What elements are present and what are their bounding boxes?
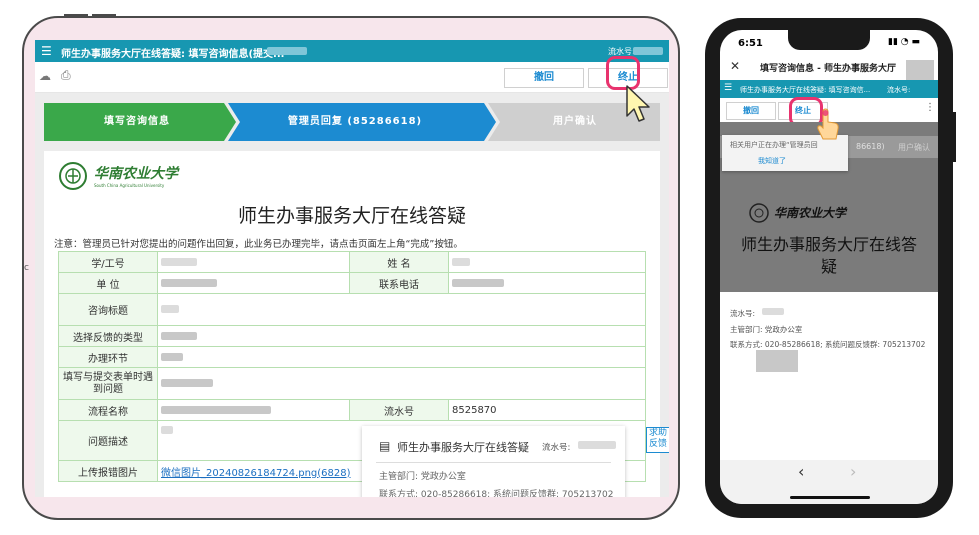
table-row: 咨询标题 xyxy=(58,293,646,326)
signal-icon: ▮▮ ◔ ▬ xyxy=(888,37,920,47)
tablet-button xyxy=(92,14,116,16)
nav-forward-icon[interactable]: › xyxy=(850,462,856,481)
cloud-icon[interactable]: ☁ xyxy=(39,69,51,83)
phone-notch xyxy=(788,30,870,50)
field-label: 流水号 xyxy=(349,399,449,421)
step-3-text: 用户确认 xyxy=(898,143,930,152)
redacted-text xyxy=(267,47,307,55)
toolbar: ☁ ⎙ 撤回 终止 xyxy=(35,56,669,93)
toast-text: 相关用户正在办理“管理员回 xyxy=(730,141,818,149)
field-label: 上传报错图片 xyxy=(58,460,158,482)
field-value xyxy=(157,399,350,421)
field-label: 学/工号 xyxy=(58,251,158,273)
field-label: 咨询标题 xyxy=(58,293,158,326)
upload-file-link[interactable]: 微信图片_20240826184724.png(6828) xyxy=(161,468,351,479)
field-value xyxy=(157,293,646,326)
tablet-camera: c xyxy=(24,263,29,273)
page-title: 师生办事服务大厅在线答疑 xyxy=(237,205,466,227)
window-title: 师生办事服务大厅在线答疑: 填写咨询信息(提交... xyxy=(61,49,285,60)
table-row: 填写与提交表单时遇到问题 xyxy=(58,367,646,400)
university-name: 华南农业大学 xyxy=(94,166,178,182)
notice-text: 注意：管理员已针对您提出的问题作出回复，此业务已办理完毕，请点击页面左上角“完成… xyxy=(54,239,463,250)
phone-subtitle: 师生办事服务大厅在线答疑: 填写咨询信... xyxy=(740,86,871,94)
field-label: 选择反馈的类型 xyxy=(58,325,158,347)
info-popup: ▤ 师生办事服务大厅在线答疑 流水号: 主管部门: 党政办公室 联系方式: 02… xyxy=(362,426,625,497)
field-value xyxy=(157,272,350,294)
status-time: 6:51 xyxy=(738,38,763,49)
phone-titlebar: ☰ 师生办事服务大厅在线答疑: 填写咨询信... 流水号: xyxy=(720,80,938,98)
phone-serial: 流水号: xyxy=(730,309,756,318)
field-value xyxy=(157,251,350,273)
cursor-pointer-icon xyxy=(626,85,650,122)
field-label: 单 位 xyxy=(58,272,158,294)
university-logo-icon xyxy=(749,203,769,223)
phone-page-title: 师生办事服务大厅在线答疑 xyxy=(740,235,917,276)
table-row: 学/工号 姓 名 xyxy=(58,251,646,273)
hand-pointer-icon xyxy=(817,108,839,140)
step-2-label: 管理员回复 (85286618) xyxy=(287,116,423,127)
redacted-text xyxy=(633,47,663,55)
home-indicator xyxy=(790,496,870,499)
window-titlebar: ☰ 师生办事服务大厅在线答疑: 填写咨询信息(提交... 流水号: xyxy=(35,40,669,62)
step-2-text: 86618) xyxy=(856,142,885,151)
phone-serial-label: 流水号: xyxy=(887,86,911,94)
document-icon: ▤ xyxy=(379,439,391,453)
field-value xyxy=(157,367,646,400)
field-label: 联系电话 xyxy=(349,272,449,294)
field-value xyxy=(448,272,646,294)
table-row: 办理环节 xyxy=(58,346,646,368)
step-1-label: 填写咨询信息 xyxy=(104,116,170,127)
menu-icon[interactable]: ☰ xyxy=(41,44,52,58)
close-icon[interactable]: ✕ xyxy=(730,59,740,73)
university-logo-icon xyxy=(59,162,87,190)
divider xyxy=(376,462,611,463)
field-label: 姓 名 xyxy=(349,251,449,273)
field-value xyxy=(157,325,646,347)
phone-screen: 6:51 ▮▮ ◔ ▬ ✕ 填写咨询信息 - 师生办事服务大厅 ⋯ ☰ 师生办事… xyxy=(720,30,938,504)
redacted-text xyxy=(578,441,616,449)
phone-side-button xyxy=(953,112,956,162)
field-label: 问题描述 xyxy=(58,420,158,461)
field-value: 8525870 xyxy=(448,399,646,421)
help-feedback-button[interactable]: 求助反馈 xyxy=(646,427,669,453)
nav-back-icon[interactable]: ‹ xyxy=(798,462,804,481)
print-icon[interactable]: ⎙ xyxy=(61,68,71,83)
kebab-menu-icon[interactable]: ⋮ xyxy=(925,102,935,113)
table-row: 选择反馈的类型 xyxy=(58,325,646,347)
redacted-block xyxy=(756,350,798,372)
toast-ok-button[interactable]: 我知道了 xyxy=(758,156,786,166)
phone-back-button[interactable]: 撤回 xyxy=(726,102,776,120)
field-label: 办理环节 xyxy=(58,346,158,368)
phone-contact: 联系方式: 020-85286618; 系统问题反馈群: 705213702 xyxy=(730,340,926,349)
university-name: 华南农业大学 xyxy=(774,206,847,220)
redacted-text xyxy=(762,308,784,315)
popup-serial-label: 流水号: xyxy=(542,443,571,453)
university-name-en: South China Agricultural University xyxy=(94,183,165,188)
popup-title: 师生办事服务大厅在线答疑 xyxy=(397,441,529,454)
menu-icon[interactable]: ☰ xyxy=(724,83,732,93)
browser-nav-bar: ‹ › xyxy=(720,460,938,504)
table-row: 流程名称 流水号 8525870 xyxy=(58,399,646,421)
table-row: 单 位 联系电话 xyxy=(58,272,646,294)
field-label: 填写与提交表单时遇到问题 xyxy=(58,367,158,400)
field-value xyxy=(157,346,646,368)
tablet-button xyxy=(64,14,88,16)
field-value xyxy=(448,251,646,273)
popup-contact: 联系方式: 020-85286618; 系统问题反馈群: 705213702 xyxy=(379,490,614,497)
field-label: 流程名称 xyxy=(58,399,158,421)
redacted-block xyxy=(906,60,934,80)
popup-dept: 主管部门: 党政办公室 xyxy=(379,472,466,482)
back-button[interactable]: 撤回 xyxy=(504,68,584,88)
phone-dept: 主管部门: 党政办公室 xyxy=(730,325,803,334)
tablet-screen: ☰ 师生办事服务大厅在线答疑: 填写咨询信息(提交... 流水号: ☁ ⎙ 撤回… xyxy=(35,40,669,497)
phone-title: 填写咨询信息 - 师生办事服务大厅 xyxy=(760,64,897,74)
